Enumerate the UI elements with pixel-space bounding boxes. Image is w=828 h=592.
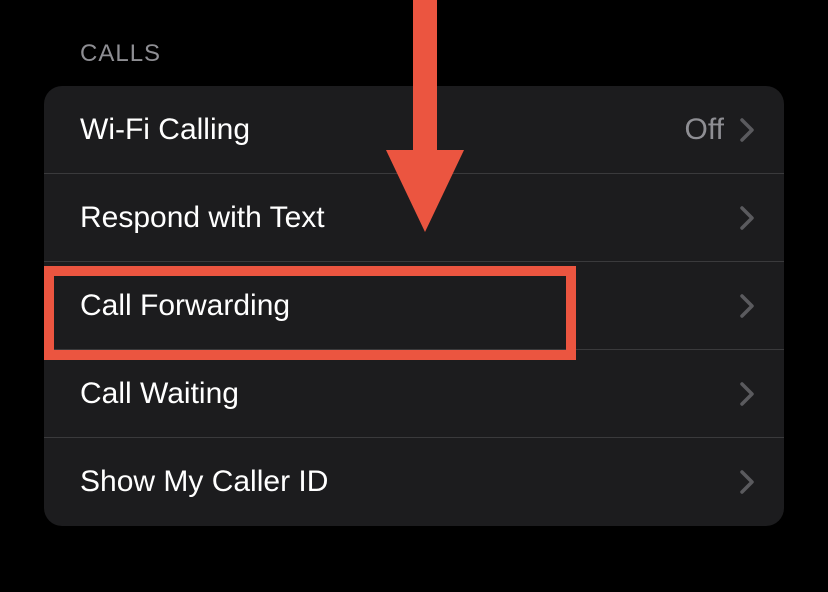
row-label: Show My Caller ID — [80, 465, 328, 499]
row-right — [740, 382, 754, 406]
row-label: Call Waiting — [80, 377, 239, 411]
chevron-right-icon — [740, 118, 754, 142]
row-right — [740, 470, 754, 494]
row-label: Wi-Fi Calling — [80, 113, 250, 147]
row-label: Call Forwarding — [80, 289, 290, 323]
settings-group-calls: Wi-Fi Calling Off Respond with Text Call… — [44, 86, 784, 526]
row-call-waiting[interactable]: Call Waiting — [44, 350, 784, 438]
row-right: Off — [685, 113, 754, 147]
row-right — [740, 294, 754, 318]
chevron-right-icon — [740, 294, 754, 318]
chevron-right-icon — [740, 470, 754, 494]
row-label: Respond with Text — [80, 201, 325, 235]
section-header-calls: CALLS — [80, 40, 784, 68]
row-call-forwarding[interactable]: Call Forwarding — [44, 262, 784, 350]
chevron-right-icon — [740, 382, 754, 406]
row-respond-with-text[interactable]: Respond with Text — [44, 174, 784, 262]
row-right — [740, 206, 754, 230]
chevron-right-icon — [740, 206, 754, 230]
row-wifi-calling[interactable]: Wi-Fi Calling Off — [44, 86, 784, 174]
row-show-my-caller-id[interactable]: Show My Caller ID — [44, 438, 784, 526]
row-value: Off — [685, 113, 724, 147]
